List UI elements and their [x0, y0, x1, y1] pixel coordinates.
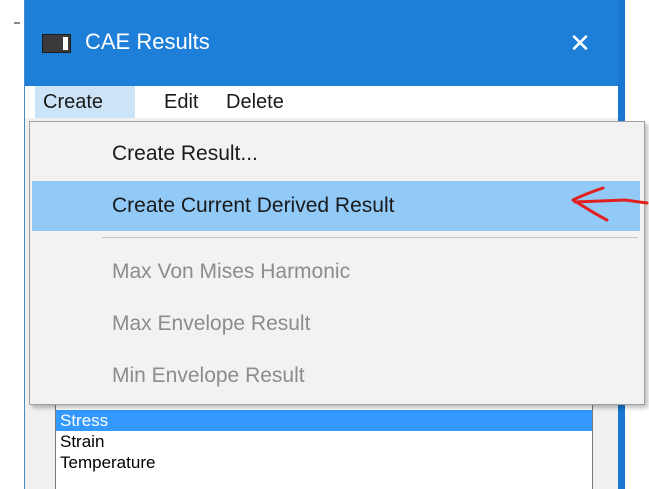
menu-item-create-current-derived-result[interactable]: Create Current Derived Result [32, 181, 640, 231]
menu-separator [102, 237, 638, 238]
menu-item-min-envelope-result: Min Envelope Result [112, 364, 305, 387]
background-window [0, 0, 24, 489]
menu-item-create-result[interactable]: Create Result... [32, 129, 640, 179]
menu-create[interactable]: Create [35, 86, 135, 118]
background-mark [14, 22, 20, 24]
menu-bar: Create Edit Delete [25, 86, 619, 118]
menu-item-max-von-mises-harmonic: Max Von Mises Harmonic [112, 260, 351, 283]
title-bar[interactable]: CAE Results ✕ [25, 0, 619, 86]
menu-edit[interactable]: Edit [164, 86, 198, 118]
menu-delete[interactable]: Delete [226, 86, 284, 118]
menu-item-max-envelope-result: Max Envelope Result [112, 312, 311, 335]
list-item-stress[interactable]: Stress [56, 410, 592, 431]
app-window-icon [42, 34, 71, 53]
create-dropdown-menu: Create Result... Create Current Derived … [29, 121, 645, 405]
red-arrow-annotation [571, 186, 649, 222]
window-title: CAE Results [85, 29, 210, 54]
list-item-temperature[interactable]: Temperature [56, 452, 592, 473]
result-list[interactable]: Stress Strain Temperature [55, 395, 593, 489]
list-item-strain[interactable]: Strain [56, 431, 592, 452]
close-button[interactable]: ✕ [559, 26, 601, 62]
close-icon: ✕ [569, 28, 591, 58]
